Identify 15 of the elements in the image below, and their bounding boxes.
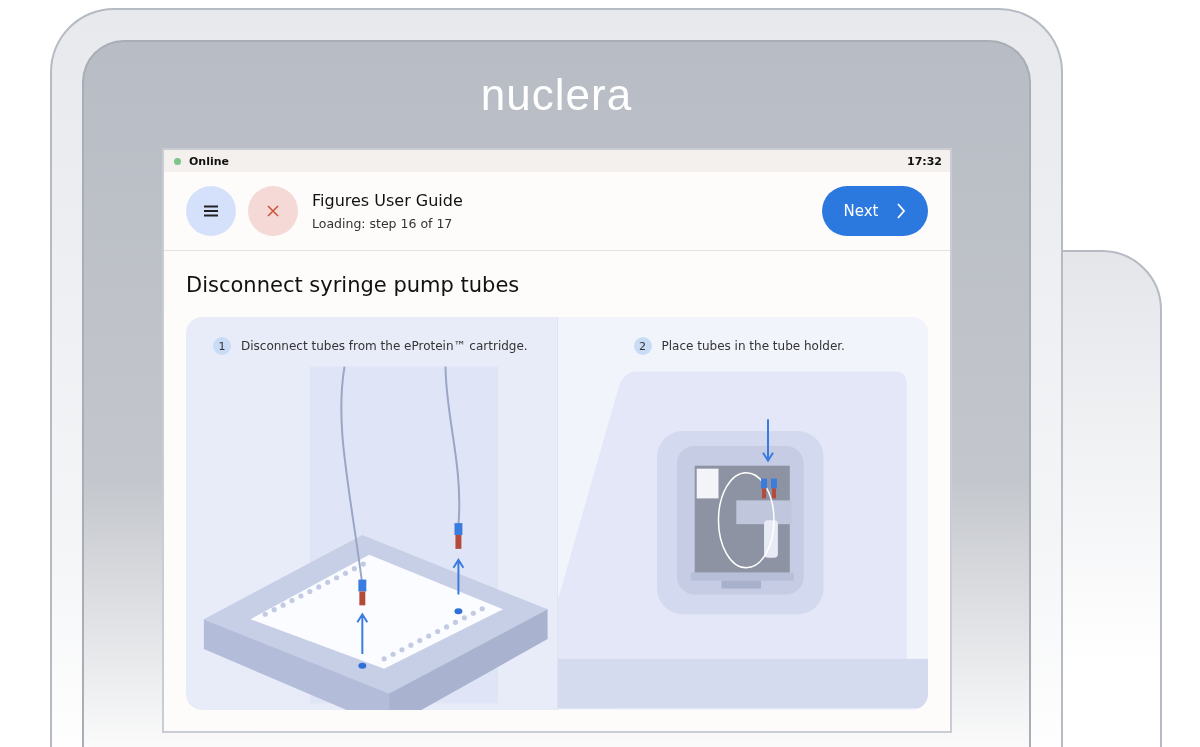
connection-status: Online xyxy=(189,154,229,168)
step-text: Place tubes in the tube holder. xyxy=(661,339,845,353)
guide-title: Figures User Guide xyxy=(312,191,463,210)
next-button[interactable]: Next xyxy=(822,186,928,236)
chevron-right-icon xyxy=(896,203,907,219)
menu-icon xyxy=(203,205,219,217)
page-title: Disconnect syringe pump tubes xyxy=(186,273,521,297)
brand-logo: nuclera xyxy=(480,70,633,120)
close-icon xyxy=(267,205,279,217)
step-number: 1 xyxy=(213,337,231,355)
guide-subtitle: Loading: step 16 of 17 xyxy=(312,216,454,231)
clock-time: 17:32 xyxy=(907,154,942,168)
step-text: Disconnect tubes from the eProtein™ cartridge. xyxy=(241,339,528,353)
step-number: 2 xyxy=(633,337,652,355)
menu-button[interactable] xyxy=(186,186,236,236)
